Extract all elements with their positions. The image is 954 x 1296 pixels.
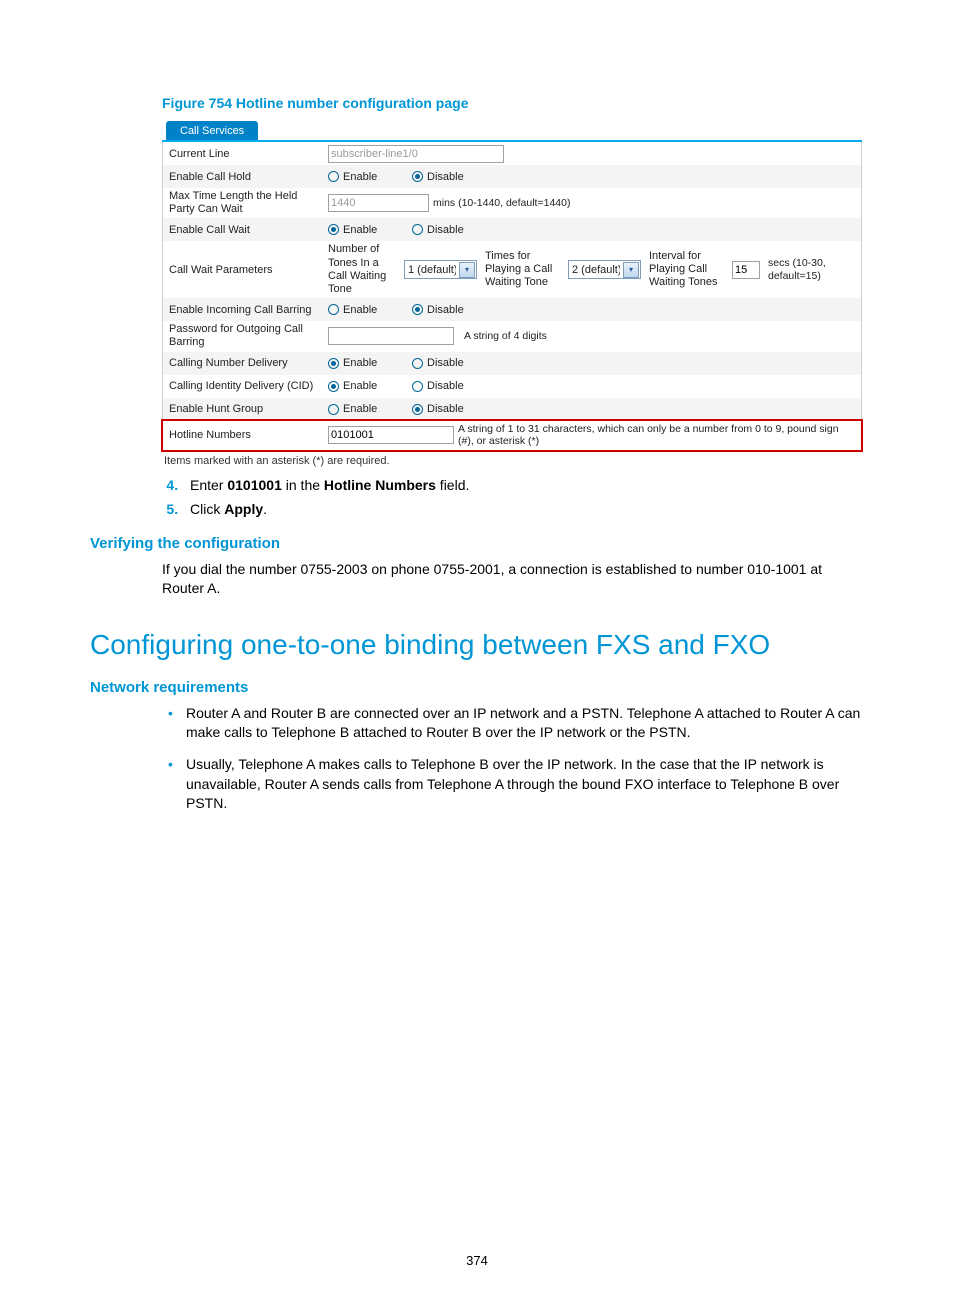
- verify-paragraph: If you dial the number 0755-2003 on phon…: [162, 560, 864, 599]
- label-cw-params: Call Wait Parameters: [169, 264, 328, 276]
- step-list: Enter 0101001 in the Hotline Numbers fie…: [162, 477, 864, 517]
- label-cw-interval: Interval for Playing Call Waiting Tones: [649, 250, 724, 290]
- label-call-hold: Enable Call Hold: [169, 171, 328, 183]
- heading-verifying: Verifying the configuration: [90, 535, 864, 552]
- radio-call-wait-disable[interactable]: [412, 224, 423, 235]
- label-call-wait: Enable Call Wait: [169, 224, 328, 236]
- radio-call-hold-disable[interactable]: [412, 171, 423, 182]
- hint-max-time: mins (10-1440, default=1440): [433, 197, 570, 209]
- label-cnd: Calling Number Delivery: [169, 357, 328, 369]
- label-current-line: Current Line: [169, 148, 328, 160]
- step-5: Click Apply.: [182, 501, 864, 517]
- row-pw-barring: Password for Outgoing Call Barring A str…: [163, 321, 861, 351]
- radio-cnd-disable[interactable]: [412, 358, 423, 369]
- page-number: 374: [0, 1253, 954, 1268]
- radio-call-wait-enable[interactable]: [328, 224, 339, 235]
- netreq-item-2: Usually, Telephone A makes calls to Tele…: [186, 755, 864, 814]
- chevron-down-icon: ▾: [459, 262, 475, 278]
- label-max-time: Max Time Length the Held Party Can Wait: [169, 190, 328, 216]
- row-hunt: Enable Hunt Group Enable Disable: [163, 398, 861, 421]
- label-incoming-barring: Enable Incoming Call Barring: [169, 304, 328, 316]
- row-incoming-barring: Enable Incoming Call Barring Enable Disa…: [163, 298, 861, 321]
- row-call-wait: Enable Call Wait Enable Disable: [163, 218, 861, 241]
- config-form: Current Line Enable Call Hold Enable Dis…: [162, 142, 862, 451]
- input-cw-interval[interactable]: [732, 261, 760, 279]
- hint-hotline: A string of 1 to 31 characters, which ca…: [458, 423, 855, 448]
- row-cid: Calling Identity Delivery (CID) Enable D…: [163, 375, 861, 398]
- netreq-list: Router A and Router B are connected over…: [162, 704, 864, 814]
- label-hunt: Enable Hunt Group: [169, 403, 328, 415]
- hint-pw-barring: A string of 4 digits: [464, 330, 547, 342]
- radio-cid-disable[interactable]: [412, 381, 423, 392]
- tab-call-services[interactable]: Call Services: [166, 121, 258, 140]
- radio-incoming-disable[interactable]: [412, 304, 423, 315]
- label-cid: Calling Identity Delivery (CID): [169, 380, 328, 392]
- step-4: Enter 0101001 in the Hotline Numbers fie…: [182, 477, 864, 493]
- row-call-hold: Enable Call Hold Enable Disable: [163, 165, 861, 188]
- radio-cid-enable[interactable]: [328, 381, 339, 392]
- radio-cnd-enable[interactable]: [328, 358, 339, 369]
- row-current-line: Current Line: [163, 142, 861, 165]
- heading-netreq: Network requirements: [90, 679, 864, 696]
- select-cw-times[interactable]: 2 (default)▾: [568, 260, 641, 279]
- select-cw-tones[interactable]: 1 (default)▾: [404, 260, 477, 279]
- input-current-line[interactable]: [328, 145, 504, 163]
- hint-cw-interval: secs (10-30, default=15): [768, 257, 838, 282]
- input-hotline[interactable]: [328, 426, 454, 444]
- chevron-down-icon: ▾: [623, 262, 639, 278]
- radio-hunt-enable[interactable]: [328, 404, 339, 415]
- row-cw-params: Call Wait Parameters Number of Tones In …: [163, 241, 861, 298]
- radio-hunt-disable[interactable]: [412, 404, 423, 415]
- input-pw-barring[interactable]: [328, 327, 454, 345]
- label-pw-barring: Password for Outgoing Call Barring: [169, 323, 328, 349]
- form-footnote: Items marked with an asterisk (*) are re…: [164, 455, 864, 467]
- radio-incoming-enable[interactable]: [328, 304, 339, 315]
- row-max-time: Max Time Length the Held Party Can Wait …: [163, 188, 861, 218]
- radio-call-hold-enable[interactable]: [328, 171, 339, 182]
- row-hotline: Hotline Numbers A string of 1 to 31 char…: [161, 419, 863, 452]
- figure-caption: Figure 754 Hotline number configuration …: [162, 95, 864, 111]
- heading-main: Configuring one-to-one binding between F…: [90, 629, 864, 661]
- tab-bar: Call Services: [162, 121, 862, 142]
- input-max-time[interactable]: [328, 194, 429, 212]
- row-cnd: Calling Number Delivery Enable Disable: [163, 352, 861, 375]
- label-cw-times: Times for Playing a Call Waiting Tone: [485, 250, 560, 290]
- config-screenshot: Call Services Current Line Enable Call H…: [162, 121, 862, 451]
- netreq-item-1: Router A and Router B are connected over…: [186, 704, 864, 743]
- label-hotline: Hotline Numbers: [169, 429, 328, 441]
- label-cw-tones: Number of Tones In a Call Waiting Tone: [328, 243, 396, 296]
